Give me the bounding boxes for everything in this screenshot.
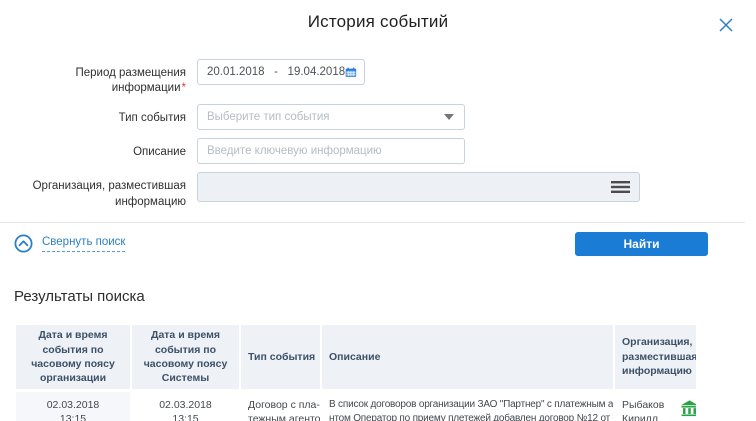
organization-label: Организация, разместившая информацию: [0, 172, 186, 209]
period-date-value: 20.01.2018 - 19.04.2018: [207, 66, 345, 78]
table-header-row: Дата и время события по часовому поясу о…: [16, 325, 696, 389]
results-table: Дата и время события по часовому поясу о…: [16, 325, 696, 421]
chevron-down-icon: [444, 114, 454, 120]
event-history-modal: История событий Период размещения информ…: [0, 12, 756, 421]
description-label: Описание: [0, 138, 186, 160]
search-form: Период размещения информации* 20.01.2018…: [0, 59, 756, 210]
form-row-period: Период размещения информации* 20.01.2018…: [0, 59, 756, 96]
column-header-org-time: Дата и время события по часовому поясу о…: [16, 325, 130, 389]
search-actions-row: Свернуть поиск Найти: [14, 232, 708, 256]
form-row-organization: Организация, разместившая информацию: [0, 172, 756, 209]
hamburger-icon[interactable]: [611, 180, 630, 194]
event-type-label: Тип события: [0, 104, 186, 126]
form-divider: [0, 222, 745, 223]
cell-system-time: 02.03.2018 13:15 (UTC+3): [132, 392, 239, 421]
column-header-description: Описание: [322, 325, 613, 389]
table-row[interactable]: 02.03.2018 13:15 (UTC+3) 02.03.2018 13:1…: [16, 392, 696, 421]
calendar-icon[interactable]: [345, 65, 357, 80]
cell-organization: Рыбаков Кирилл Алексеевич: [615, 392, 696, 421]
event-type-select[interactable]: Выберите тип события: [197, 104, 465, 130]
period-label: Период размещения информации*: [0, 59, 186, 96]
close-icon[interactable]: [718, 17, 734, 33]
period-date-range-input[interactable]: 20.01.2018 - 19.04.2018: [197, 59, 365, 85]
search-button[interactable]: Найти: [575, 232, 708, 256]
column-header-system-time: Дата и время события по часовому поясу С…: [132, 325, 239, 389]
form-row-event-type: Тип события Выберите тип события: [0, 104, 756, 130]
cell-description: В список договоров организации ЗАО "Парт…: [322, 392, 613, 421]
column-header-organization: Организация, разместившая информацию: [615, 325, 696, 389]
chevron-up-circle-icon[interactable]: [14, 234, 33, 253]
organization-name: Рыбаков Кирилл Алексеевич: [622, 398, 680, 421]
results-heading: Результаты поиска: [14, 288, 756, 305]
form-row-description: Описание: [0, 138, 756, 164]
organization-picker[interactable]: [197, 172, 640, 202]
cell-org-time: 02.03.2018 13:15 (UTC+3): [16, 392, 130, 421]
cell-event-type: Договор с пла- тежным агентом добавлен: [241, 392, 320, 421]
bank-icon: [680, 399, 696, 418]
collapse-search-toggle[interactable]: Свернуть поиск: [14, 234, 125, 253]
column-header-event-type: Тип события: [241, 325, 320, 389]
description-input[interactable]: [197, 138, 465, 164]
collapse-search-link[interactable]: Свернуть поиск: [42, 236, 125, 252]
required-asterisk: *: [182, 82, 186, 94]
page-title: История событий: [0, 12, 756, 32]
event-type-placeholder: Выберите тип события: [207, 111, 330, 123]
